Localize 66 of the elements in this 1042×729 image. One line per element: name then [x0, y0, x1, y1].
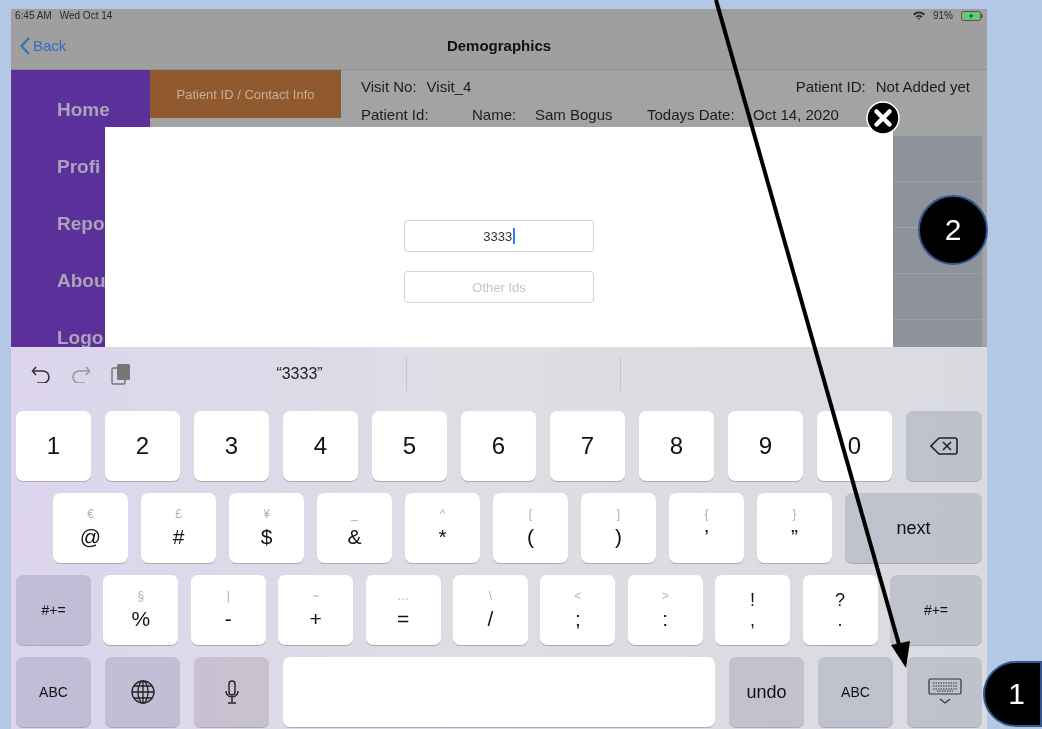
visit-label: Visit No:	[361, 78, 417, 95]
wifi-icon	[913, 11, 925, 20]
close-icon[interactable]	[866, 101, 900, 135]
key[interactable]: #+=	[889, 575, 982, 645]
key[interactable]: § %	[103, 575, 179, 645]
patient-id-label: Patient ID:	[795, 78, 866, 95]
key[interactable]: ¥ $	[229, 493, 304, 563]
key[interactable]: £ #	[141, 493, 216, 563]
key[interactable]: ! ,	[715, 575, 791, 645]
status-time: 6:45 AM	[15, 10, 52, 21]
key[interactable]: 3	[194, 411, 269, 481]
key[interactable]: ? .	[802, 575, 878, 645]
battery-icon	[961, 10, 983, 21]
header-text: Oct 14, 2020	[753, 106, 839, 123]
key[interactable]: € @	[53, 493, 128, 563]
key[interactable]: ABC	[818, 657, 893, 727]
key[interactable]: 6	[461, 411, 536, 481]
key[interactable]: < ;	[540, 575, 616, 645]
visit-value: Visit_4	[426, 78, 472, 95]
globe-icon	[129, 679, 156, 705]
key[interactable]: } ”	[757, 493, 832, 563]
other-ids-field[interactable]: Other Ids	[404, 271, 594, 303]
key[interactable]: [ (	[493, 493, 568, 563]
key[interactable]: ~ +	[278, 575, 354, 645]
key[interactable]: 5	[372, 411, 447, 481]
status-date: Wed Oct 14	[59, 10, 113, 21]
key[interactable]: ] )	[581, 493, 656, 563]
microphone-icon	[224, 679, 239, 705]
page-title: Demographics	[446, 37, 552, 54]
key[interactable]: ABC	[16, 657, 91, 727]
key[interactable]: … =	[365, 575, 441, 645]
header-text: Todays Date:	[647, 106, 736, 123]
id-field[interactable]: 3333	[404, 220, 594, 252]
undo-icon[interactable]	[31, 364, 51, 383]
key[interactable]: next	[845, 493, 982, 563]
battery-percent: 91%	[933, 10, 953, 21]
chevron-left-icon	[20, 36, 30, 55]
key[interactable]: \ /	[452, 575, 528, 645]
key[interactable]: 1	[16, 411, 91, 481]
key[interactable]: { ’	[669, 493, 744, 563]
key[interactable]: _ &	[317, 493, 392, 563]
redo-icon[interactable]	[71, 364, 91, 383]
suggestion[interactable]: “3333”	[276, 364, 323, 383]
key[interactable]: 0	[817, 411, 892, 481]
callout-badge: 1	[983, 661, 1042, 727]
delete-key[interactable]	[906, 411, 982, 481]
header-text: Name:	[472, 106, 518, 123]
key[interactable]: ^ *	[405, 493, 480, 563]
key[interactable]: 7	[550, 411, 625, 481]
key[interactable]: > :	[627, 575, 703, 645]
delete-icon	[930, 436, 958, 456]
header-text: Sam Bogus	[535, 106, 614, 123]
patient-id-value: Not Added yet	[875, 78, 970, 95]
globe-key[interactable]	[105, 657, 180, 727]
keyboard-dismiss-key[interactable]	[907, 657, 982, 727]
key[interactable]: 8	[639, 411, 714, 481]
sidebar-item[interactable]: Home	[11, 81, 150, 138]
key[interactable]: | -	[190, 575, 266, 645]
key[interactable]: undo	[729, 657, 804, 727]
key[interactable]: 9	[728, 411, 803, 481]
key[interactable]: #+=	[16, 575, 91, 645]
header-text: Patient Id:	[361, 106, 430, 123]
key[interactable]: 4	[283, 411, 358, 481]
key[interactable]: 2	[105, 411, 180, 481]
microphone-key[interactable]	[194, 657, 269, 727]
paste-icon[interactable]	[111, 362, 131, 385]
